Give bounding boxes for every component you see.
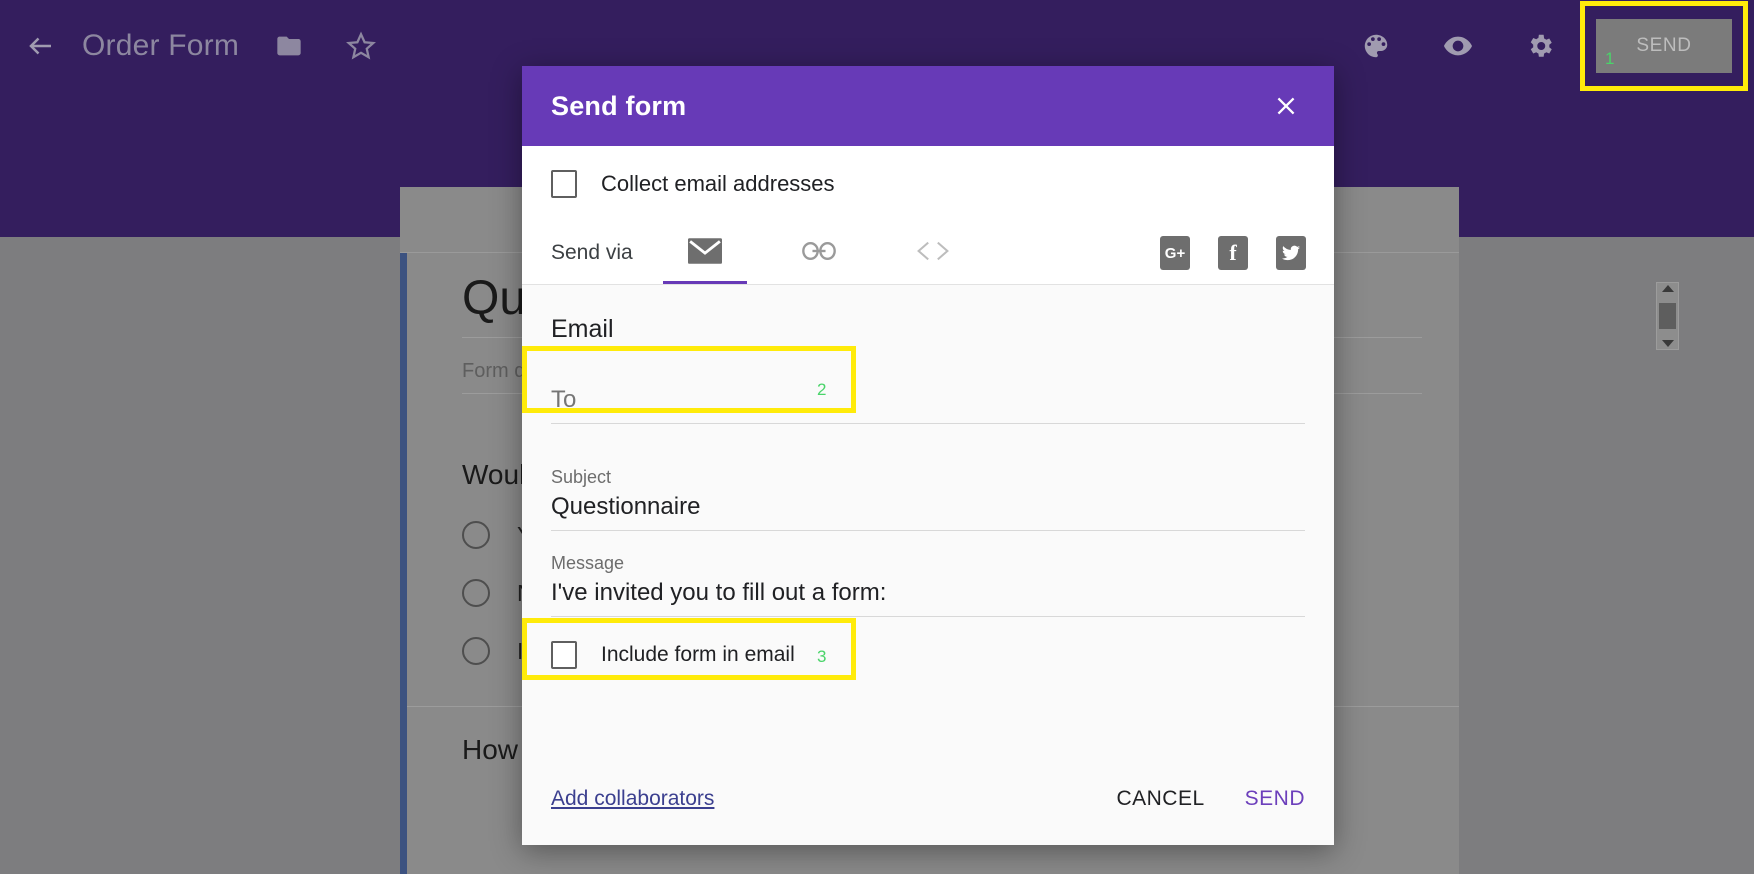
- email-section-heading: Email: [551, 285, 1305, 356]
- folder-icon[interactable]: [263, 20, 315, 72]
- palette-icon[interactable]: [1350, 20, 1402, 72]
- header-actions: SEND 1: [1350, 0, 1754, 92]
- tab-email[interactable]: [663, 222, 747, 284]
- twitter-icon[interactable]: [1276, 236, 1306, 270]
- cancel-button[interactable]: CANCEL: [1116, 787, 1204, 811]
- scroll-down-arrow-icon[interactable]: [1662, 340, 1674, 347]
- collect-email-row[interactable]: Collect email addresses: [522, 146, 1334, 222]
- dialog-header: Send form: [522, 66, 1334, 146]
- message-input[interactable]: I've invited you to fill out a form:: [551, 579, 1305, 616]
- to-field-group: To 2: [551, 356, 1305, 424]
- message-label: Message: [551, 553, 1305, 579]
- email-icon: [688, 238, 722, 269]
- include-form-label: Include form in email: [601, 643, 795, 667]
- send-button[interactable]: SEND: [1596, 19, 1732, 73]
- subject-input[interactable]: Questionnaire: [551, 493, 1305, 530]
- scroll-up-arrow-icon[interactable]: [1662, 285, 1674, 292]
- dialog-body: Email To 2 Subject Questionnaire Message…: [522, 285, 1334, 693]
- facebook-icon[interactable]: f: [1218, 236, 1248, 270]
- footer-actions: CANCEL SEND: [1116, 787, 1305, 811]
- subject-label: Subject: [551, 467, 1305, 493]
- collect-email-checkbox[interactable]: [551, 170, 577, 198]
- send-via-label: Send via: [551, 241, 633, 265]
- page-title[interactable]: Order Form: [82, 29, 239, 63]
- include-form-row[interactable]: Include form in email 3: [551, 617, 1305, 693]
- dialog-send-button[interactable]: SEND: [1245, 787, 1305, 811]
- tab-embed[interactable]: [891, 222, 975, 284]
- to-input[interactable]: To: [551, 386, 1305, 423]
- facebook-glyph: f: [1229, 240, 1236, 266]
- send-via-row: Send via: [522, 222, 1334, 284]
- google-plus-glyph: G+: [1165, 245, 1185, 262]
- gear-icon[interactable]: [1514, 20, 1566, 72]
- dialog-footer: Add collaborators CANCEL SEND: [522, 753, 1334, 845]
- eye-icon[interactable]: [1432, 20, 1484, 72]
- dialog-top-section: Collect email addresses Send via: [522, 146, 1334, 285]
- send-button-wrapper: SEND 1: [1596, 19, 1732, 73]
- tab-link[interactable]: [777, 222, 861, 284]
- radio-icon[interactable]: [462, 637, 490, 665]
- dialog-title: Send form: [551, 91, 686, 122]
- radio-icon[interactable]: [462, 521, 490, 549]
- scrollbar-thumb[interactable]: [1659, 303, 1676, 329]
- message-field-group: Message I've invited you to fill out a f…: [551, 531, 1305, 617]
- app-root: Order Form: [0, 0, 1754, 874]
- form-scrollbar[interactable]: [1656, 282, 1679, 350]
- star-icon[interactable]: [335, 20, 387, 72]
- send-button-label: SEND: [1636, 35, 1691, 57]
- send-form-dialog: Send form Collect email addresses Send v…: [522, 66, 1334, 845]
- close-icon[interactable]: [1266, 86, 1306, 126]
- include-form-in-email-checkbox[interactable]: [551, 641, 577, 669]
- link-icon: [802, 238, 836, 269]
- embed-code-icon: [915, 238, 951, 269]
- annotation-number-3: 3: [817, 647, 826, 667]
- radio-icon[interactable]: [462, 579, 490, 607]
- subject-field-group: Subject Questionnaire: [551, 424, 1305, 531]
- collect-email-label: Collect email addresses: [601, 171, 835, 197]
- add-collaborators-link[interactable]: Add collaborators: [551, 787, 714, 811]
- back-arrow-icon[interactable]: [14, 19, 68, 73]
- social-share-group: G+ f: [1132, 236, 1334, 270]
- google-plus-icon[interactable]: G+: [1160, 236, 1190, 270]
